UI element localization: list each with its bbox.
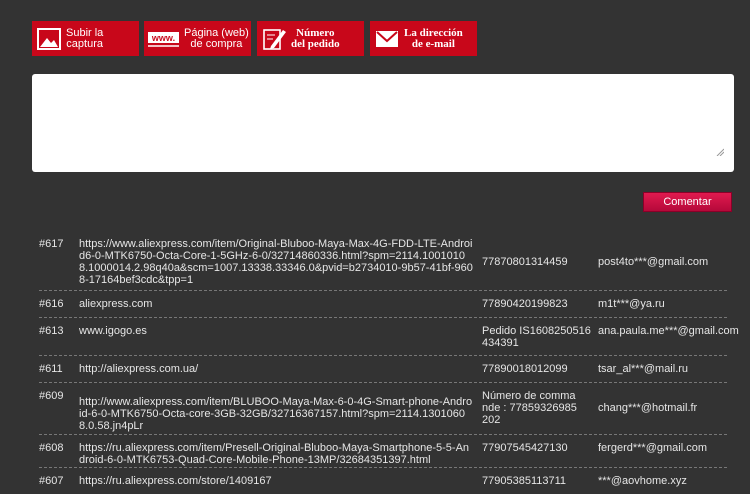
entry-email: ana.paula.me***@gmail.com xyxy=(598,325,739,337)
entry-url: http://aliexpress.com.ua/ xyxy=(79,363,199,375)
entry-order: Pedido IS1608250516434391 xyxy=(482,325,591,349)
entry-number: #608 xyxy=(39,442,64,454)
entry-email: chang***@hotmail.fr xyxy=(598,402,698,414)
entry-url: https://www.aliexpress.com/item/Original… xyxy=(79,238,473,286)
list-item: #607 https://ru.aliexpress.com/store/140… xyxy=(39,468,727,494)
entry-email: ***@aovhome.xyz xyxy=(598,475,687,487)
entry-number: #607 xyxy=(39,475,64,487)
upload-screenshot-button[interactable]: Subir la captura xyxy=(32,21,139,56)
entry-order: 77890420199823 xyxy=(482,298,568,310)
resize-grip-icon[interactable] xyxy=(716,148,724,156)
entry-url: http://www.aliexpress.com/item/BLUBOO-Ma… xyxy=(79,396,473,432)
list-item: #613 www.igogo.es Pedido IS1608250516434… xyxy=(39,318,739,356)
entries-list: #617 https://www.aliexpress.com/item/Ori… xyxy=(39,231,739,494)
comment-box xyxy=(32,74,734,172)
entry-order: 77905385113711 xyxy=(482,475,567,487)
entry-order: 77890018012099 xyxy=(482,363,568,375)
entry-email: m1t***@ya.ru xyxy=(598,298,665,310)
entry-number: #611 xyxy=(39,363,63,375)
order-number-button[interactable]: Número del pedido xyxy=(257,21,364,56)
comment-submit-button[interactable]: Comentar xyxy=(643,192,732,212)
entry-number: #609 xyxy=(39,390,64,402)
comment-input[interactable] xyxy=(32,74,734,172)
entry-number: #617 xyxy=(39,238,64,250)
purchase-page-button[interactable]: www. Página (web) de compra xyxy=(144,21,251,56)
email-address-label: La dirección de e-mail xyxy=(404,26,463,50)
svg-text:www.: www. xyxy=(151,33,175,43)
list-item: #616 aliexpress.com 77890420199823 m1t**… xyxy=(39,291,727,318)
entry-order: 77907545427130 xyxy=(482,442,568,454)
entry-order: 77870801314459 xyxy=(482,256,568,268)
entry-number: #613 xyxy=(39,325,64,337)
www-icon: www. xyxy=(144,21,184,56)
entry-url: www.igogo.es xyxy=(79,325,147,337)
list-item: #611 http://aliexpress.com.ua/ 778900180… xyxy=(39,356,727,383)
entry-email: fergerd***@gmail.com xyxy=(598,442,707,454)
upload-screenshot-label: Subir la captura xyxy=(66,26,104,50)
entry-url: aliexpress.com xyxy=(79,298,153,310)
entry-email: tsar_al***@mail.ru xyxy=(598,363,689,375)
list-item: #617 https://www.aliexpress.com/item/Ori… xyxy=(39,231,727,291)
list-item: #608 https://ru.aliexpress.com/item/Pres… xyxy=(39,435,727,468)
image-icon xyxy=(32,21,66,56)
email-address-button[interactable]: La dirección de e-mail xyxy=(370,21,477,56)
envelope-icon xyxy=(370,21,404,56)
entry-email: post4to***@gmail.com xyxy=(598,256,709,268)
entry-url: https://ru.aliexpress.com/store/1409167 xyxy=(79,475,272,487)
entry-url: https://ru.aliexpress.com/item/Presell-O… xyxy=(79,442,470,466)
pen-document-icon xyxy=(257,21,291,56)
order-number-label: Número del pedido xyxy=(291,26,340,50)
list-item: #609 http://www.aliexpress.com/item/BLUB… xyxy=(39,383,727,435)
entry-order: Número de commande : 77859326985202 xyxy=(482,390,577,426)
entry-number: #616 xyxy=(39,298,64,310)
purchase-page-label: Página (web) de compra xyxy=(184,26,249,50)
